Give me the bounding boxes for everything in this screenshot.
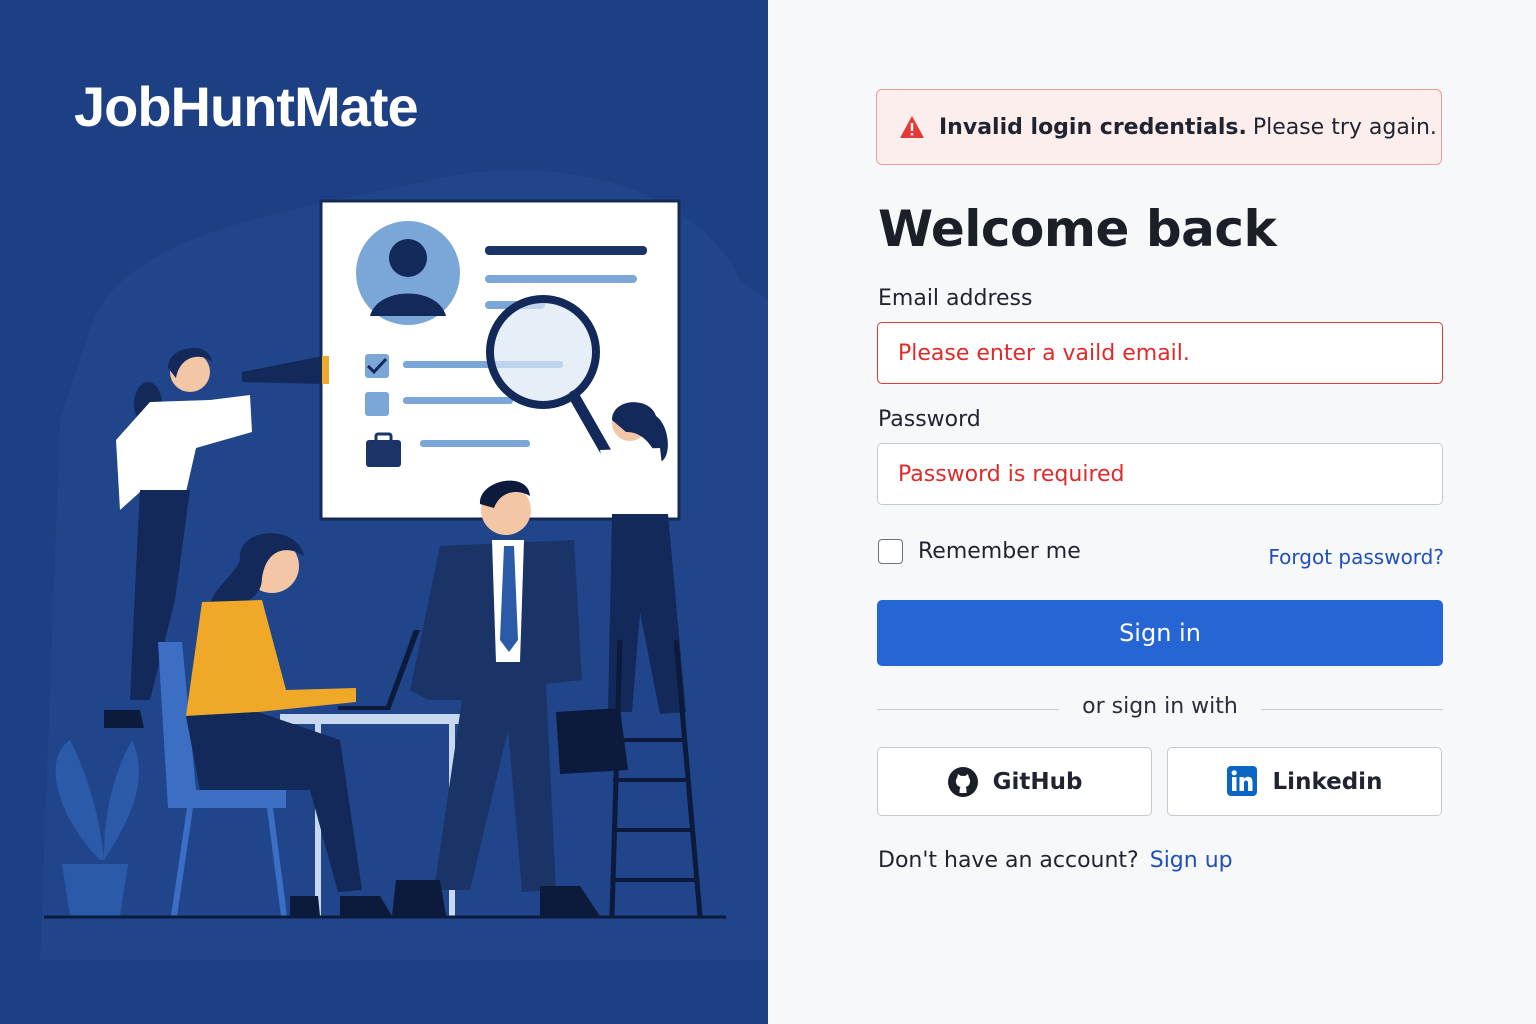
linkedin-label: Linkedin	[1272, 768, 1383, 795]
password-error: Password is required	[898, 461, 1125, 487]
remember-me-checkbox[interactable]	[878, 539, 903, 564]
error-alert: Invalid login credentials. Please try ag…	[876, 89, 1442, 165]
linkedin-button[interactable]: Linkedin	[1167, 747, 1442, 816]
job-search-illustration	[40, 170, 768, 961]
signup-prompt: Don't have an account?	[878, 848, 1139, 873]
page-title: Welcome back	[878, 200, 1277, 258]
warning-triangle-icon	[899, 115, 925, 139]
login-panel: Invalid login credentials. Please try ag…	[768, 0, 1536, 1024]
forgot-password-link[interactable]: Forgot password?	[1268, 545, 1444, 569]
signup-row: Don't have an account? Sign up	[878, 848, 1233, 873]
email-label: Email address	[878, 286, 1033, 311]
github-icon	[947, 766, 979, 798]
brand-panel: JobHuntMate	[0, 0, 768, 1024]
password-label: Password	[878, 407, 981, 432]
remember-me-label: Remember me	[918, 539, 1081, 564]
linkedin-icon	[1226, 765, 1259, 798]
sign-in-button[interactable]: Sign in	[877, 600, 1443, 666]
divider-line-right	[1261, 709, 1443, 710]
password-field[interactable]: Password is required	[877, 443, 1443, 505]
sign-up-link[interactable]: Sign up	[1150, 848, 1233, 873]
brand-logo: JobHuntMate	[74, 75, 419, 138]
email-field[interactable]: Please enter a vaild email.	[877, 322, 1443, 384]
alert-title: Invalid login credentials.	[939, 114, 1247, 140]
github-button[interactable]: GitHub	[877, 747, 1152, 816]
email-error: Please enter a vaild email.	[898, 340, 1190, 366]
github-label: GitHub	[992, 768, 1083, 795]
alert-message: Please try again.	[1252, 114, 1437, 140]
remember-me-row: Remember me	[878, 539, 1081, 564]
divider-text: or sign in with	[1082, 694, 1238, 719]
divider: or sign in with	[877, 694, 1443, 724]
